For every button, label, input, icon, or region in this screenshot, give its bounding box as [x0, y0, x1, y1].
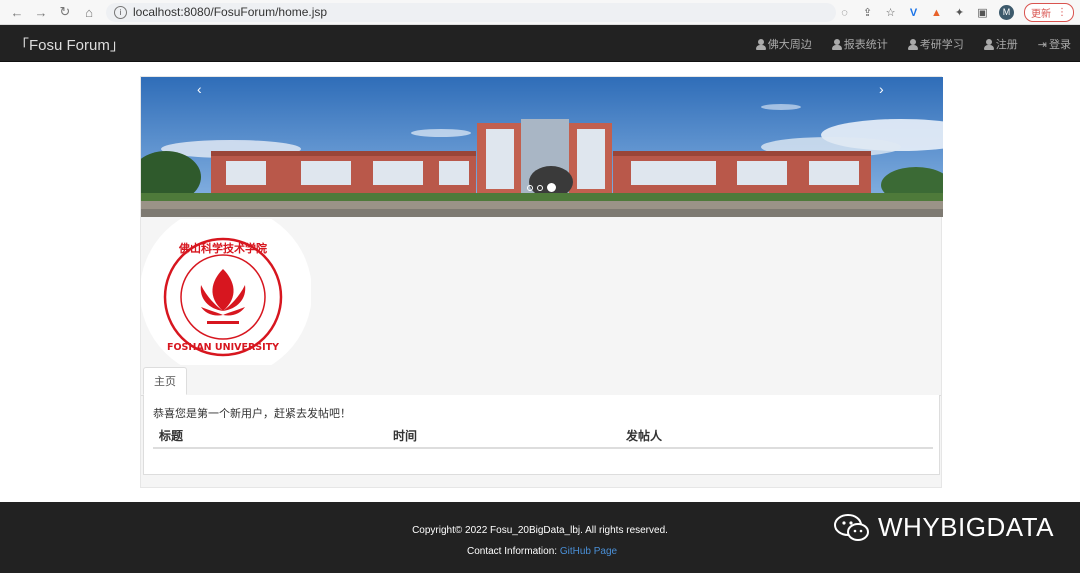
nav-label: 佛大周边	[767, 39, 812, 51]
top-navbar: 「Fosu Forum」 佛大周边 报表统计 考研学习 注册 ⇥ 登录	[0, 25, 1080, 62]
posts-table-header: 标题 时间 发帖人	[153, 421, 933, 449]
carousel-prev-button[interactable]: ‹	[197, 81, 202, 97]
nav-item-register[interactable]: 注册	[983, 36, 1018, 52]
back-icon[interactable]: ←	[10, 5, 24, 20]
info-icon[interactable]: i	[114, 5, 127, 19]
column-header-title: 标题	[159, 429, 184, 443]
carousel-next-button[interactable]: ›	[879, 81, 884, 97]
contact-info: Contact Information: GitHub Page	[467, 546, 617, 557]
url-text: localhost:8080/FosuForum/home.jsp	[133, 5, 328, 19]
contact-label: Contact Information:	[467, 546, 558, 557]
home-icon[interactable]: ⌂	[82, 5, 96, 20]
sidebar-icon[interactable]: ▣	[976, 6, 989, 19]
user-icon	[983, 38, 994, 50]
logo-text-chinese: 佛山科学技术学院	[178, 241, 267, 255]
share-icon[interactable]: ⇪	[861, 6, 874, 19]
profile-avatar[interactable]: M	[999, 5, 1014, 20]
carousel-indicator[interactable]	[527, 184, 533, 191]
extension-flame-icon[interactable]: ▲	[930, 6, 943, 19]
carousel-indicator-active[interactable]	[547, 183, 556, 192]
user-icon	[907, 38, 918, 50]
welcome-message: 恭喜您是第一个新用户，赶紧去发帖吧！	[153, 408, 351, 420]
nav-label: 考研学习	[919, 39, 964, 51]
nav-item-postgrad-study[interactable]: 考研学习	[907, 36, 964, 52]
nav-label: 登录	[1049, 39, 1071, 51]
address-bar[interactable]: i localhost:8080/FosuForum/home.jsp	[106, 2, 836, 22]
watermark-text: WHYBIGDATA	[878, 512, 1054, 542]
nav-item-foshan-around[interactable]: 佛大周边	[755, 36, 812, 52]
more-menu-icon: ⋮	[1057, 7, 1067, 18]
forward-icon[interactable]: →	[34, 5, 48, 20]
carousel-indicator[interactable]	[537, 184, 543, 191]
nav-label: 报表统计	[843, 39, 888, 51]
extension-v-icon[interactable]: V	[907, 6, 920, 19]
github-link[interactable]: GitHub Page	[560, 546, 617, 557]
star-icon[interactable]: ☆	[884, 6, 897, 19]
watermark: WHYBIGDATA	[834, 512, 1054, 543]
reload-icon[interactable]: ↻	[58, 4, 72, 19]
university-logo: 佛山科学技术学院 FOSHAN UNIVERSITY	[140, 206, 312, 378]
user-icon	[755, 38, 766, 50]
image-carousel: ‹ ›	[141, 77, 943, 217]
column-header-time: 时间	[393, 429, 418, 443]
eye-off-icon[interactable]: ◌	[838, 6, 851, 19]
login-icon: ⇥	[1037, 38, 1047, 51]
wechat-icon	[834, 513, 869, 541]
main-container: ‹ › 佛山科学技术学院 FOSHAN UNIVERSITY 主页 恭喜您是第一…	[140, 76, 943, 488]
tab-home[interactable]: 主页	[143, 367, 187, 395]
tab-panel-home: 恭喜您是第一个新用户，赶紧去发帖吧！ 标题 时间 发帖人	[143, 395, 940, 475]
nav-item-report-stats[interactable]: 报表统计	[831, 36, 888, 52]
column-header-author: 发帖人	[626, 429, 663, 443]
carousel-indicators	[527, 183, 556, 192]
update-label: 更新	[1031, 9, 1051, 20]
brand-link[interactable]: 「Fosu Forum」	[14, 34, 125, 55]
user-icon	[831, 38, 842, 50]
page-footer: Copyright© 2022 Fosu_20BigData_lbj. All …	[0, 502, 1080, 573]
logo-text-english: FOSHAN UNIVERSITY	[167, 342, 279, 353]
nav-item-login[interactable]: ⇥ 登录	[1038, 36, 1071, 52]
update-button[interactable]: 更新 ⋮	[1024, 3, 1074, 22]
nav-label: 注册	[995, 39, 1018, 51]
tab-bar: 主页	[141, 367, 941, 396]
puzzle-icon[interactable]: ✦	[953, 6, 966, 19]
browser-toolbar: ← → ↻ ⌂ i localhost:8080/FosuForum/home.…	[0, 0, 1080, 25]
campus-photo	[141, 77, 943, 217]
